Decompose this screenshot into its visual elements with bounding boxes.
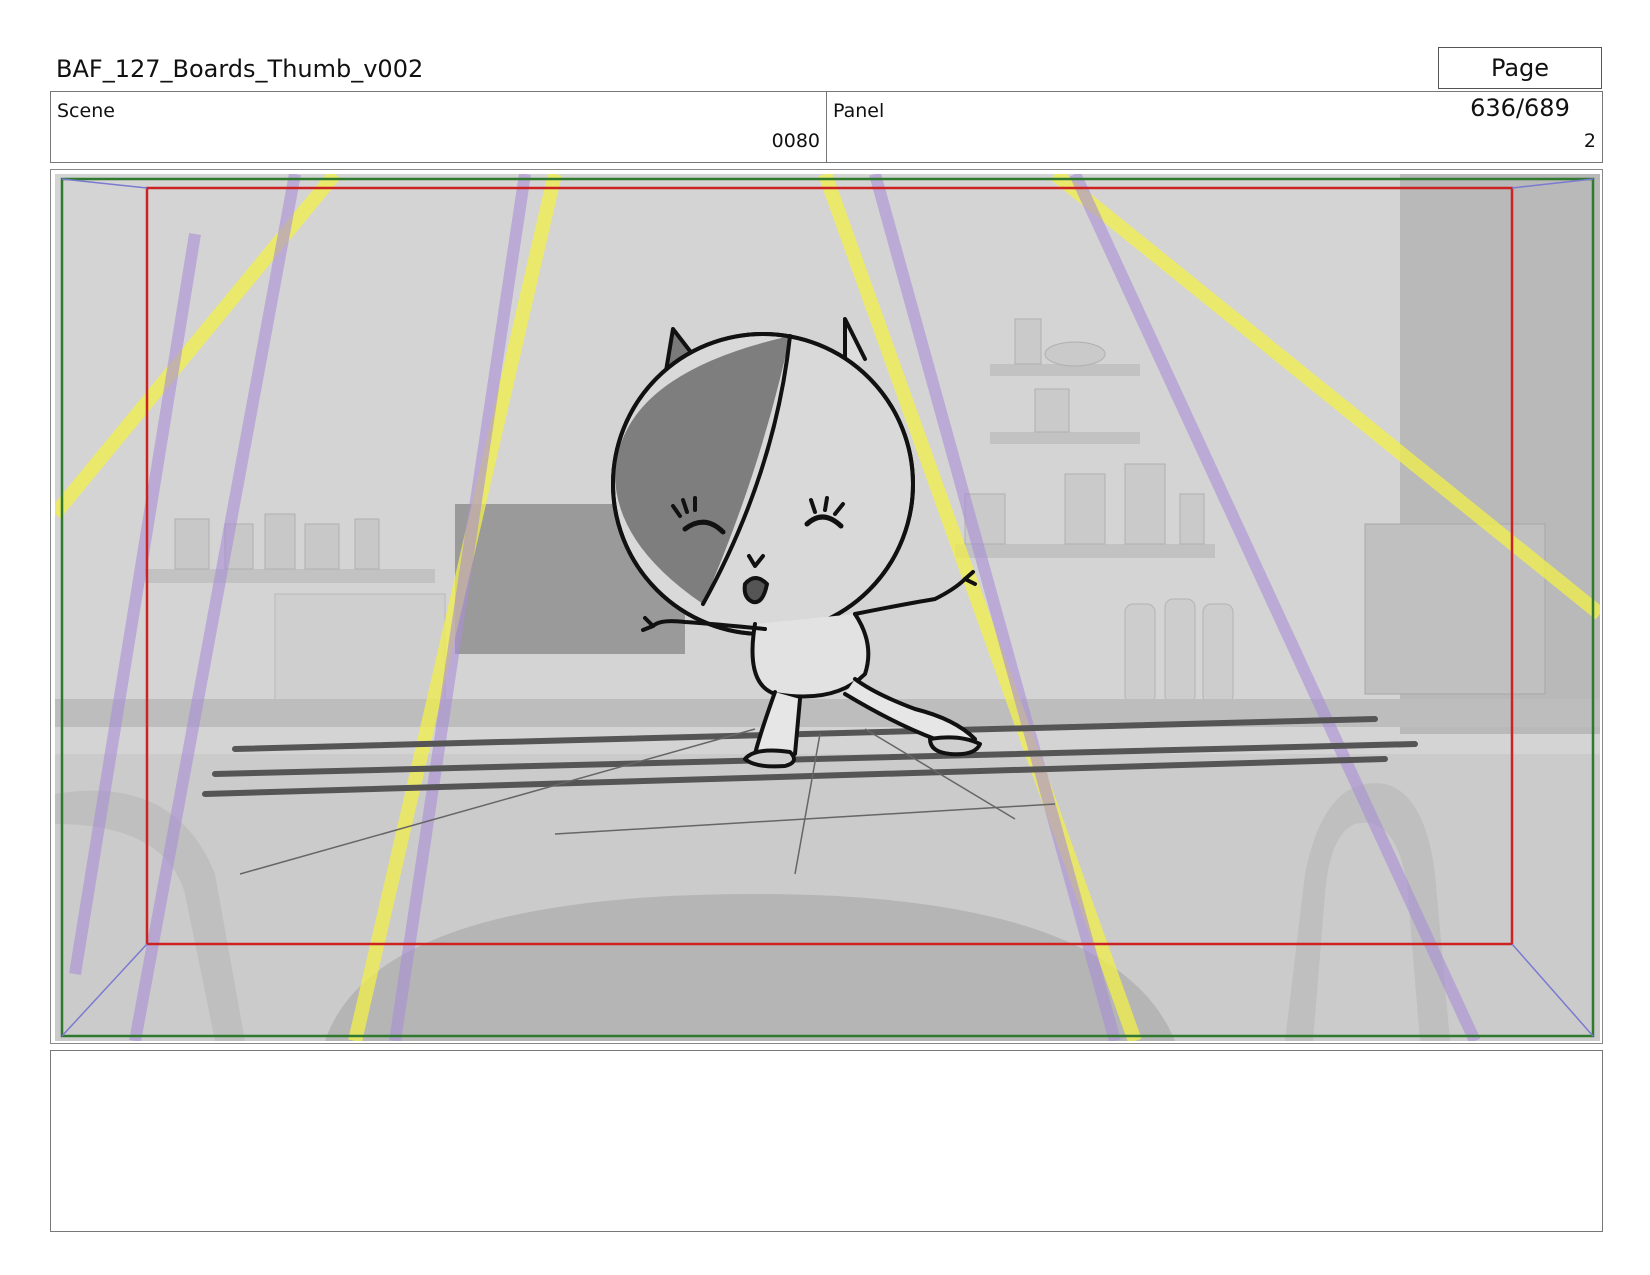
info-row: Scene 0080 Panel 2 (50, 91, 1603, 163)
page-number-box: Page 636/689 (1438, 47, 1602, 122)
left-shelf (145, 569, 435, 583)
storyboard-frame (50, 169, 1603, 1044)
notes-box (50, 1050, 1603, 1232)
scene-label: Scene (57, 100, 115, 122)
document-title: BAF_127_Boards_Thumb_v002 (56, 55, 424, 83)
panel-cell: Panel 2 (827, 92, 1602, 162)
scene-value: 0080 (771, 130, 820, 152)
counter-top (55, 699, 1600, 727)
right-shelf-lower (955, 544, 1215, 558)
pinboard (274, 593, 446, 705)
panel-value: 2 (1583, 130, 1596, 152)
storyboard-image (55, 174, 1600, 1041)
bottles (1124, 598, 1234, 705)
right-shelf-middle (990, 432, 1140, 444)
scene-cell: Scene 0080 (51, 92, 827, 162)
panel-label: Panel (833, 100, 885, 122)
